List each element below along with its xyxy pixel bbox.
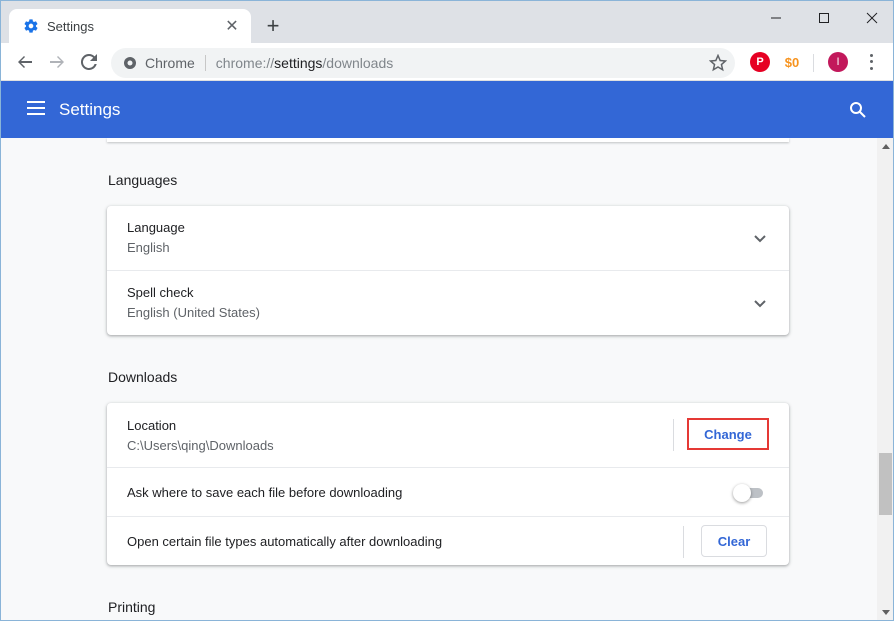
spell-check-value: English (United States) — [127, 305, 260, 320]
hamburger-icon[interactable] — [27, 101, 45, 115]
avatar[interactable]: I — [828, 52, 848, 72]
downloads-section-title: Downloads — [108, 369, 178, 385]
spell-check-label: Spell check — [127, 285, 194, 300]
url-prefix: chrome:// — [215, 55, 275, 71]
url-host: settings — [274, 55, 323, 71]
maximize-icon[interactable] — [809, 7, 839, 29]
printing-section-title: Printing — [108, 599, 156, 615]
languages-section-title: Languages — [108, 172, 178, 188]
auto-open-label: Open certain file types automatically af… — [127, 534, 443, 549]
toggle-knob — [733, 484, 751, 502]
browser-window: Settings ✕ + Chrome chrome://settings/do… — [0, 0, 894, 621]
omnibox-chip: Chrome — [145, 55, 195, 71]
tab-title: Settings — [47, 18, 94, 34]
previous-card-edge — [107, 138, 789, 142]
browser-toolbar: Chrome chrome://settings/downloads P $0 … — [1, 43, 893, 81]
auto-open-row: Open certain file types automatically af… — [107, 516, 789, 565]
tab-settings[interactable]: Settings ✕ — [9, 9, 251, 43]
change-location-button[interactable]: Change — [687, 418, 769, 450]
toolbar-divider — [813, 54, 814, 72]
reload-icon[interactable] — [77, 50, 101, 74]
settings-content: Languages Language English Spell check E… — [1, 138, 877, 620]
location-label: Location — [127, 418, 177, 433]
location-row: Location C:\Users\qing\Downloads Change — [107, 403, 789, 467]
row-divider — [683, 526, 684, 558]
language-label: Language — [127, 220, 185, 235]
forward-arrow-icon[interactable] — [45, 50, 69, 74]
scroll-up-arrow-icon[interactable] — [877, 138, 893, 155]
downloads-card: Location C:\Users\qing\Downloads Change … — [107, 403, 789, 565]
spell-check-row[interactable]: Spell check English (United States) — [107, 270, 789, 335]
chrome-icon — [124, 57, 136, 69]
chevron-down-icon[interactable] — [753, 296, 767, 310]
language-value: English — [127, 240, 170, 255]
url-text: chrome://settings/downloads — [216, 55, 393, 71]
new-tab-button[interactable]: + — [261, 14, 285, 38]
language-row[interactable]: Language English — [107, 206, 789, 270]
row-divider — [673, 419, 674, 451]
omnibox-separator — [204, 55, 206, 71]
page-title: Settings — [59, 100, 121, 119]
minimize-icon[interactable] — [761, 7, 791, 29]
ask-where-label: Ask where to save each file before downl… — [127, 485, 403, 500]
scroll-down-arrow-icon[interactable] — [877, 604, 893, 620]
location-value: C:\Users\qing\Downloads — [127, 438, 274, 453]
address-bar[interactable]: Chrome chrome://settings/downloads — [111, 48, 735, 78]
search-icon[interactable] — [849, 101, 867, 119]
close-icon[interactable] — [857, 7, 887, 29]
scrollbar-thumb[interactable] — [879, 453, 892, 515]
pinterest-icon[interactable]: P — [750, 52, 770, 72]
languages-card: Language English Spell check English (Un… — [107, 206, 789, 335]
title-bar: Settings ✕ + — [1, 1, 893, 43]
settings-header: Settings — [1, 81, 893, 138]
gear-icon — [24, 19, 38, 33]
chevron-down-icon[interactable] — [753, 231, 767, 245]
honey-icon[interactable]: $0 — [782, 52, 802, 72]
more-menu-icon[interactable] — [863, 52, 879, 72]
back-arrow-icon[interactable] — [13, 50, 37, 74]
tab-close-icon[interactable]: ✕ — [223, 17, 241, 35]
clear-auto-open-button[interactable]: Clear — [701, 525, 767, 557]
ask-where-row[interactable]: Ask where to save each file before downl… — [107, 467, 789, 516]
bookmark-star-icon[interactable] — [709, 54, 727, 72]
ask-where-toggle[interactable] — [733, 484, 765, 502]
url-path: /downloads — [322, 55, 394, 71]
scrollbar[interactable] — [877, 138, 893, 620]
